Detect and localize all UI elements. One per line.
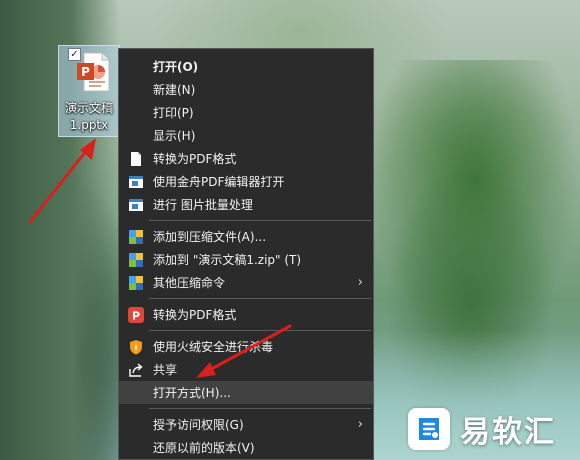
menu-item-label: 使用火绒安全进行杀毒 [153,340,274,354]
menu-item-label: 转换为PDF格式 [153,308,237,322]
menu-item-open-with[interactable]: 打开方式(H)... [119,381,373,404]
menu-item-label: 转换为PDF格式 [153,152,237,166]
menu-item-label: 授予访问权限(G) [153,418,244,432]
share-icon [129,363,143,377]
menu-item-add-archive[interactable]: 添加到压缩文件(A)... [119,225,373,248]
menu-item-share[interactable]: 共享 [119,358,373,381]
menu-item-label: 打开(O) [153,60,199,74]
archive-icon [129,253,143,267]
menu-item-label: 打开方式(H)... [153,386,231,400]
menu-separator [149,408,371,409]
menu-item-convert-pdf[interactable]: 转换为PDF格式 [119,147,373,170]
powerpoint-file-icon: P [77,52,110,92]
menu-item-open-pdf-editor[interactable]: 使用金舟PDF编辑器打开 [119,170,373,193]
menu-item-label: 新建(N) [153,83,196,97]
watermark-badge-icon [408,408,450,450]
context-menu: 打开(O) 新建(N) 打印(P) 显示(H) 转换为PDF格式 使用金舟PDF… [118,48,374,460]
menu-item-label: 添加到压缩文件(A)... [153,230,267,244]
desktop-file-pptx[interactable]: ✓ P 演示文稿 1.pptx [58,45,120,137]
menu-item-other-compress[interactable]: 其他压缩命令 › [119,271,373,294]
pdf-editor-icon [129,176,143,188]
menu-item-antivirus-scan[interactable]: 使用火绒安全进行杀毒 [119,335,373,358]
svg-text:P: P [132,310,140,323]
menu-item-label: 显示(H) [153,129,196,143]
image-batch-icon [129,199,143,211]
svg-text:P: P [81,65,90,79]
archive-icon [129,276,143,290]
chevron-right-icon: › [357,275,363,290]
menu-separator [149,298,371,299]
file-name: 演示文稿 1.pptx [59,100,119,134]
menu-item-add-to-zip[interactable]: 添加到 "演示文稿1.zip" (T) [119,248,373,271]
document-icon [131,152,141,166]
menu-item-open[interactable]: 打开(O) [119,55,373,78]
file-name-line2: 1.pptx [69,118,109,132]
huorong-shield-icon [130,340,142,355]
menu-item-label: 共享 [153,363,178,377]
menu-item-label: 进行 图片批量处理 [153,198,253,212]
menu-item-label: 使用金舟PDF编辑器打开 [153,175,285,189]
pdf-convert-icon: P [128,307,144,323]
menu-item-label: 打印(P) [153,106,194,120]
archive-icon [129,230,143,244]
menu-item-label: 添加到 "演示文稿1.zip" (T) [153,253,302,267]
menu-item-label: 其他压缩命令 [153,276,226,290]
menu-item-print[interactable]: 打印(P) [119,101,373,124]
menu-separator [149,220,371,221]
menu-item-grant-access[interactable]: 授予访问权限(G) › [119,413,373,436]
menu-separator [149,330,371,331]
menu-item-restore-versions[interactable]: 还原以前的版本(V) [119,436,373,459]
watermark-text: 易软汇 [460,415,556,450]
menu-item-show[interactable]: 显示(H) [119,124,373,147]
file-name-line1: 演示文稿 [64,101,113,115]
chevron-right-icon: › [357,417,363,432]
menu-item-label: 还原以前的版本(V) [153,441,255,455]
watermark-logo: 易软汇 [408,400,578,458]
menu-item-convert-pdf-2[interactable]: P 转换为PDF格式 [119,303,373,326]
wallpaper-tree-right [370,60,580,360]
menu-item-batch-image[interactable]: 进行 图片批量处理 [119,193,373,216]
menu-item-new[interactable]: 新建(N) [119,78,373,101]
